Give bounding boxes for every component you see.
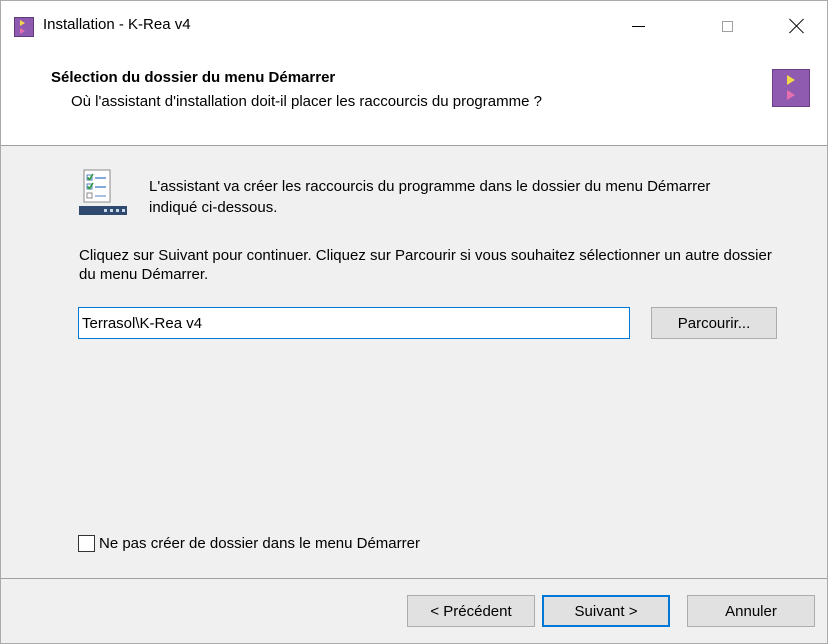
wizard-icon — [772, 69, 810, 107]
minimize-icon — [631, 25, 645, 27]
maximize-button[interactable] — [704, 1, 750, 51]
minimize-button[interactable] — [615, 1, 661, 51]
back-button[interactable]: < Précédent — [407, 595, 535, 627]
maximize-icon — [721, 20, 733, 32]
title-bar[interactable]: Installation - K-Rea v4 — [1, 1, 827, 51]
window-title: Installation - K-Rea v4 — [43, 16, 191, 33]
no-folder-checkbox[interactable] — [78, 535, 95, 552]
no-folder-checkbox-label: Ne pas créer de dossier dans le menu Dém… — [99, 535, 420, 552]
no-folder-option[interactable]: Ne pas créer de dossier dans le menu Dém… — [78, 535, 420, 552]
wizard-header: Sélection du dossier du menu Démarrer Où… — [1, 51, 827, 146]
browse-button[interactable]: Parcourir... — [651, 307, 777, 339]
close-icon — [789, 18, 805, 34]
page-title: Sélection du dossier du menu Démarrer — [51, 69, 336, 86]
page-subtitle: Où l'assistant d'installation doit-il pl… — [71, 93, 542, 110]
instruction-text: Cliquez sur Suivant pour continuer. Cliq… — [79, 247, 772, 283]
installer-window: Installation - K-Rea v4 Sélection du dos… — [0, 0, 828, 644]
cancel-button[interactable]: Annuler — [687, 595, 815, 627]
start-menu-folder-input[interactable] — [78, 307, 630, 339]
next-button[interactable]: Suivant > — [542, 595, 670, 627]
start-menu-shortcut-icon — [79, 169, 127, 215]
app-icon — [14, 17, 34, 37]
close-button[interactable] — [774, 1, 820, 51]
intro-text: L'assistant va créer les raccourcis du p… — [149, 178, 711, 216]
footer-divider — [1, 578, 827, 579]
